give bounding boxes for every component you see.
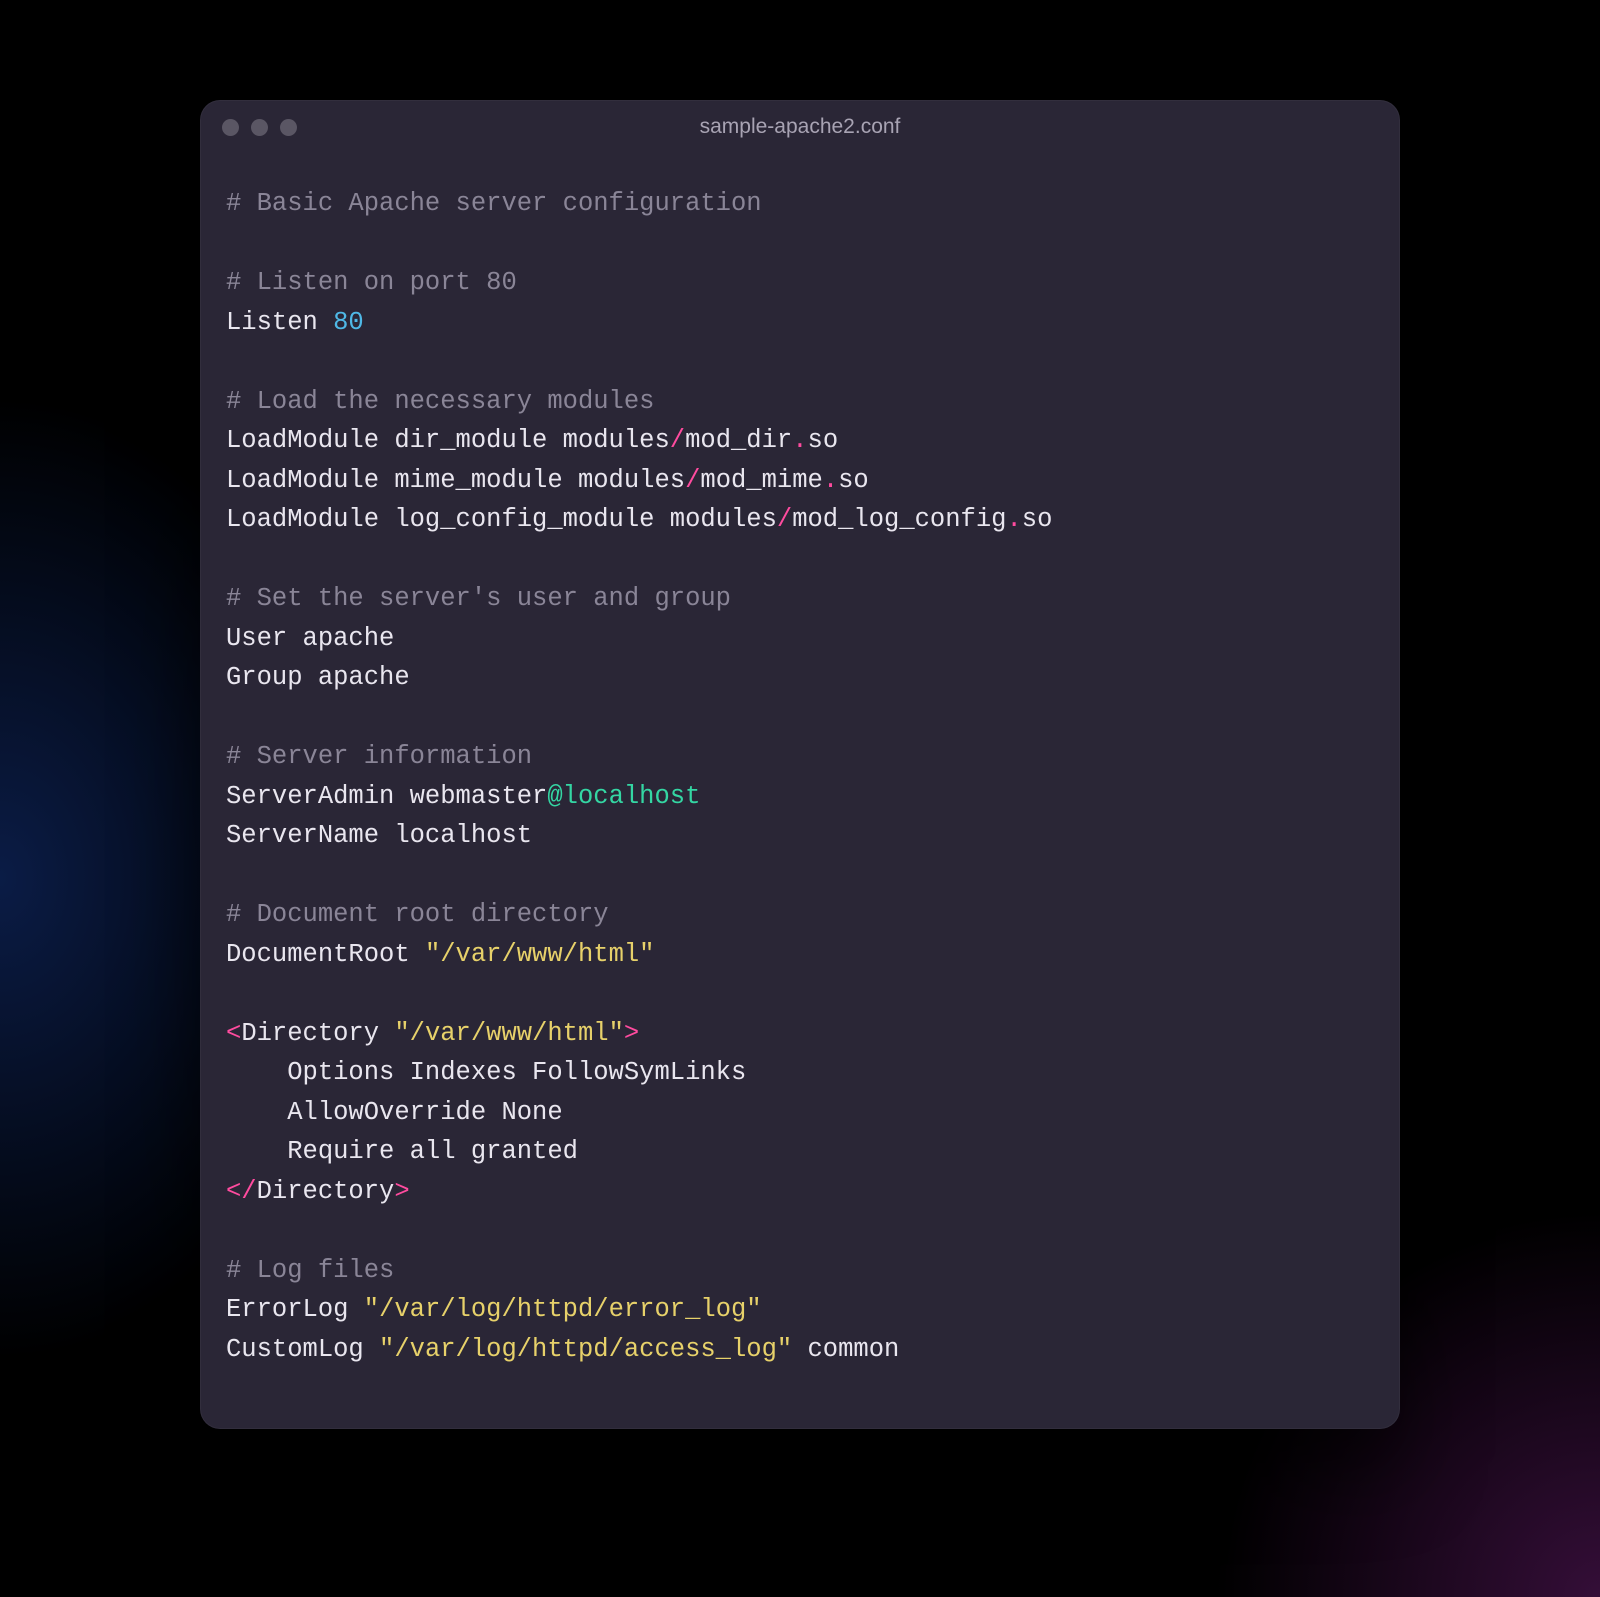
code-token: mod_mime [700,466,822,495]
code-token: mod_log_config [792,505,1006,534]
editor-window: sample-apache2.conf # Basic Apache serve… [200,100,1400,1429]
code-token: DocumentRoot [226,940,425,969]
code-token: "/var/www/html" [394,1019,624,1048]
code-token: Directory [257,1177,395,1206]
code-token: @localhost [547,782,700,811]
code-token: / [777,505,792,534]
code-token: ServerName localhost [226,821,532,850]
code-token: ServerAdmin webmaster [226,782,547,811]
code-token: "/var/log/httpd/access_log" [379,1335,792,1364]
code-area[interactable]: # Basic Apache server configuration # Li… [200,154,1400,1429]
titlebar: sample-apache2.conf [200,100,1400,154]
code-token: # Server information [226,742,532,771]
code-token: </ [226,1177,257,1206]
code-token: Listen [226,308,333,337]
code-token: . [792,426,807,455]
minimize-icon[interactable] [251,119,268,136]
window-title: sample-apache2.conf [200,115,1400,139]
code-token: / [670,426,685,455]
code-token: so [808,426,839,455]
code-token: < [226,1019,241,1048]
code-token: # Load the necessary modules [226,387,654,416]
code-token: # Log files [226,1256,394,1285]
code-token: so [838,466,869,495]
code-token: common [792,1335,899,1364]
code-token: # Basic Apache server configuration [226,189,762,218]
code-token: . [1006,505,1021,534]
maximize-icon[interactable] [280,119,297,136]
code-token: Group apache [226,663,410,692]
code-token: # Set the server's user and group [226,584,731,613]
code-token: User apache [226,624,394,653]
code-token: so [1022,505,1053,534]
code-token: LoadModule mime_module modules [226,466,685,495]
code-token: AllowOverride None [226,1098,563,1127]
code-token: 80 [333,308,364,337]
code-token: . [823,466,838,495]
code-token: mod_dir [685,426,792,455]
code-token: Options Indexes FollowSymLinks [226,1058,746,1087]
code-token: > [624,1019,639,1048]
code-token: Directory [241,1019,394,1048]
code-token: Require all granted [226,1137,578,1166]
code-token: ErrorLog [226,1295,364,1324]
code-content: # Basic Apache server configuration # Li… [226,184,1374,1369]
code-token: # Document root directory [226,900,609,929]
code-token: LoadModule log_config_module modules [226,505,777,534]
code-token: "/var/www/html" [425,940,655,969]
code-token: LoadModule dir_module modules [226,426,670,455]
close-icon[interactable] [222,119,239,136]
code-token: CustomLog [226,1335,379,1364]
code-token: # Listen on port 80 [226,268,517,297]
code-token: "/var/log/httpd/error_log" [364,1295,762,1324]
window-controls [222,119,297,136]
code-token: > [394,1177,409,1206]
code-token: / [685,466,700,495]
